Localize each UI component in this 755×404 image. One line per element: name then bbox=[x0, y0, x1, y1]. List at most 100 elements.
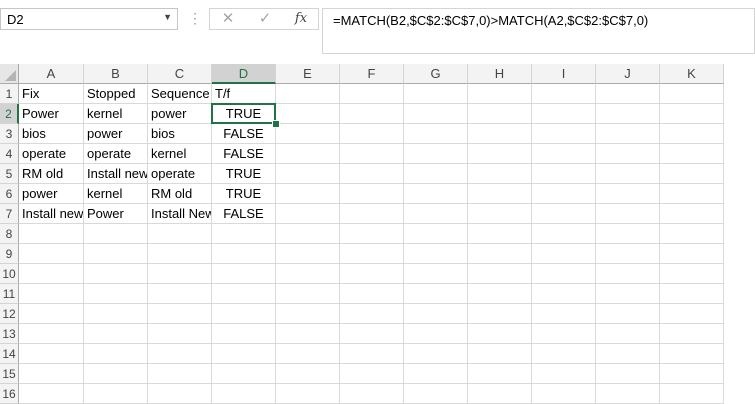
cell-f2[interactable] bbox=[340, 104, 404, 124]
cell-i1[interactable] bbox=[532, 84, 596, 104]
cell-f8[interactable] bbox=[340, 224, 404, 244]
cell-e13[interactable] bbox=[276, 324, 340, 344]
cell-c12[interactable] bbox=[148, 304, 212, 324]
cancel-icon[interactable]: ✕ bbox=[217, 10, 239, 28]
cell-j9[interactable] bbox=[596, 244, 660, 264]
cell-b3[interactable]: power bbox=[84, 124, 148, 144]
cell-e11[interactable] bbox=[276, 284, 340, 304]
cell-b8[interactable] bbox=[84, 224, 148, 244]
row-header-13[interactable]: 13 bbox=[0, 324, 19, 344]
cell-d9[interactable] bbox=[212, 244, 276, 264]
cell-k2[interactable] bbox=[660, 104, 724, 124]
cell-e2[interactable] bbox=[276, 104, 340, 124]
cell-k14[interactable] bbox=[660, 344, 724, 364]
cell-f11[interactable] bbox=[340, 284, 404, 304]
cell-b1[interactable]: Stopped bbox=[84, 84, 148, 104]
cell-i10[interactable] bbox=[532, 264, 596, 284]
cell-h4[interactable] bbox=[468, 144, 532, 164]
cell-f16[interactable] bbox=[340, 384, 404, 404]
cell-a2[interactable]: Power bbox=[19, 104, 84, 124]
cell-f10[interactable] bbox=[340, 264, 404, 284]
cell-e16[interactable] bbox=[276, 384, 340, 404]
formula-bar-resize-handle-icon[interactable]: ⋮ bbox=[188, 10, 202, 26]
cell-h11[interactable] bbox=[468, 284, 532, 304]
cell-j4[interactable] bbox=[596, 144, 660, 164]
cell-d1[interactable]: T/f bbox=[212, 84, 276, 104]
cell-h6[interactable] bbox=[468, 184, 532, 204]
cell-c6[interactable]: RM old bbox=[148, 184, 212, 204]
cell-c14[interactable] bbox=[148, 344, 212, 364]
cell-e9[interactable] bbox=[276, 244, 340, 264]
cell-h5[interactable] bbox=[468, 164, 532, 184]
cell-b7[interactable]: Power bbox=[84, 204, 148, 224]
column-header-i[interactable]: I bbox=[532, 64, 596, 84]
cell-c10[interactable] bbox=[148, 264, 212, 284]
cell-d11[interactable] bbox=[212, 284, 276, 304]
cell-d15[interactable] bbox=[212, 364, 276, 384]
cell-k1[interactable] bbox=[660, 84, 724, 104]
cell-b9[interactable] bbox=[84, 244, 148, 264]
cell-j1[interactable] bbox=[596, 84, 660, 104]
enter-checkmark-icon[interactable]: ✓ bbox=[254, 10, 276, 28]
cell-d12[interactable] bbox=[212, 304, 276, 324]
cell-j14[interactable] bbox=[596, 344, 660, 364]
cell-h16[interactable] bbox=[468, 384, 532, 404]
cell-e6[interactable] bbox=[276, 184, 340, 204]
cell-j8[interactable] bbox=[596, 224, 660, 244]
cell-d13[interactable] bbox=[212, 324, 276, 344]
cell-c9[interactable] bbox=[148, 244, 212, 264]
cell-j16[interactable] bbox=[596, 384, 660, 404]
cell-k13[interactable] bbox=[660, 324, 724, 344]
cell-j12[interactable] bbox=[596, 304, 660, 324]
cell-c4[interactable]: kernel bbox=[148, 144, 212, 164]
cell-h12[interactable] bbox=[468, 304, 532, 324]
column-header-j[interactable]: J bbox=[596, 64, 660, 84]
cell-f15[interactable] bbox=[340, 364, 404, 384]
column-header-d[interactable]: D bbox=[212, 64, 276, 84]
cell-e1[interactable] bbox=[276, 84, 340, 104]
cell-i16[interactable] bbox=[532, 384, 596, 404]
cell-h3[interactable] bbox=[468, 124, 532, 144]
cell-i6[interactable] bbox=[532, 184, 596, 204]
cell-d10[interactable] bbox=[212, 264, 276, 284]
cell-f13[interactable] bbox=[340, 324, 404, 344]
cell-k6[interactable] bbox=[660, 184, 724, 204]
column-header-e[interactable]: E bbox=[276, 64, 340, 84]
cell-k7[interactable] bbox=[660, 204, 724, 224]
cell-d3[interactable]: FALSE bbox=[212, 124, 276, 144]
cell-j2[interactable] bbox=[596, 104, 660, 124]
cell-j3[interactable] bbox=[596, 124, 660, 144]
cell-g7[interactable] bbox=[404, 204, 468, 224]
cell-b2[interactable]: kernel bbox=[84, 104, 148, 124]
cell-a15[interactable] bbox=[19, 364, 84, 384]
cell-f7[interactable] bbox=[340, 204, 404, 224]
cell-i7[interactable] bbox=[532, 204, 596, 224]
cell-d5[interactable]: TRUE bbox=[212, 164, 276, 184]
cell-a9[interactable] bbox=[19, 244, 84, 264]
column-header-k[interactable]: K bbox=[660, 64, 724, 84]
cell-f12[interactable] bbox=[340, 304, 404, 324]
column-header-g[interactable]: G bbox=[404, 64, 468, 84]
cell-f14[interactable] bbox=[340, 344, 404, 364]
cell-a6[interactable]: power bbox=[19, 184, 84, 204]
cell-b16[interactable] bbox=[84, 384, 148, 404]
cell-k12[interactable] bbox=[660, 304, 724, 324]
chevron-down-icon[interactable]: ▼ bbox=[163, 12, 172, 22]
cell-k9[interactable] bbox=[660, 244, 724, 264]
insert-function-icon[interactable]: fx bbox=[290, 10, 312, 28]
cell-j15[interactable] bbox=[596, 364, 660, 384]
cell-g16[interactable] bbox=[404, 384, 468, 404]
row-header-16[interactable]: 16 bbox=[0, 384, 19, 404]
cell-d4[interactable]: FALSE bbox=[212, 144, 276, 164]
cell-a11[interactable] bbox=[19, 284, 84, 304]
cell-i11[interactable] bbox=[532, 284, 596, 304]
cell-e10[interactable] bbox=[276, 264, 340, 284]
row-header-2[interactable]: 2 bbox=[0, 104, 19, 124]
row-header-7[interactable]: 7 bbox=[0, 204, 19, 224]
cell-d14[interactable] bbox=[212, 344, 276, 364]
cell-e14[interactable] bbox=[276, 344, 340, 364]
name-box[interactable]: D2 ▼ bbox=[0, 8, 178, 30]
cell-c8[interactable] bbox=[148, 224, 212, 244]
cell-g4[interactable] bbox=[404, 144, 468, 164]
cell-k15[interactable] bbox=[660, 364, 724, 384]
